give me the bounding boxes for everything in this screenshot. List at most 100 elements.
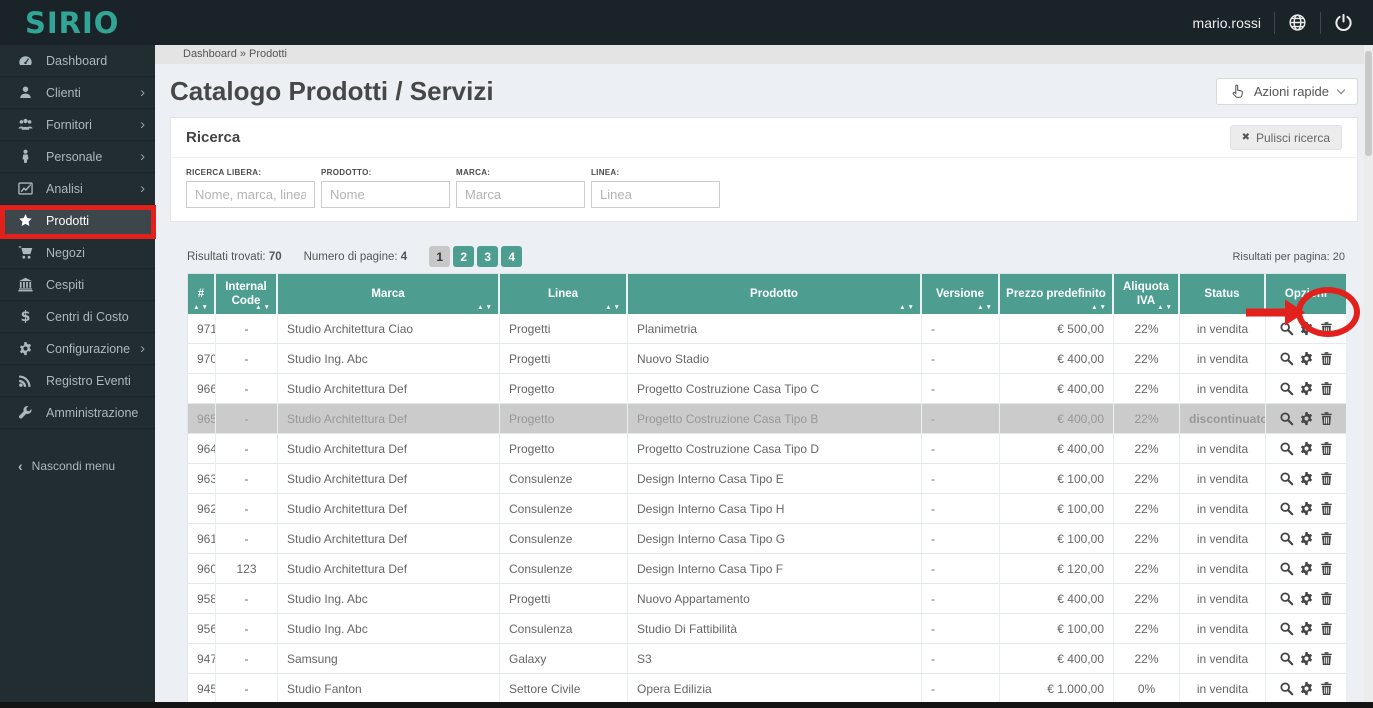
cell-marca: Studio Architettura Ciao [278,314,500,344]
cell-iva: 22% [1114,314,1180,344]
column-header-prezzo[interactable]: Prezzo predefinito ▲▼ [1000,274,1114,314]
clear-search-label: Pulisci ricerca [1255,130,1330,145]
trash-icon[interactable] [1319,321,1334,336]
quick-actions-button[interactable]: Azioni rapide [1215,78,1358,105]
search-field-input[interactable] [186,181,315,208]
gear-icon[interactable] [1299,621,1314,636]
sort-arrows-icon[interactable]: ▲▼ [605,304,622,312]
cell-linea: Consulenza [500,614,628,644]
gear-icon[interactable] [1299,471,1314,486]
trash-icon[interactable] [1319,591,1334,606]
sidebar-item-centri-di-costo[interactable]: $ Centri di Costo [0,301,155,333]
app-logo[interactable]: SIRIO [0,6,155,40]
sidebar-item-personale[interactable]: Personale › [0,141,155,173]
table-row: 960 123 Studio Architettura Def Consulenze D… [188,554,1346,584]
sidebar-item-clienti[interactable]: Clienti › [0,77,155,109]
trash-icon[interactable] [1319,441,1334,456]
sidebar-item-amministrazione[interactable]: Amministrazione [0,397,155,429]
search-icon[interactable] [1279,441,1294,456]
trash-icon[interactable] [1319,651,1334,666]
clear-search-button[interactable]: ✖ Pulisci ricerca [1229,125,1342,150]
search-field-input[interactable] [456,181,585,208]
sidebar-item-cespiti[interactable]: Cespiti [0,269,155,301]
page-title: Catalogo Prodotti / Servizi [170,76,494,106]
scrollbar[interactable] [1364,45,1373,708]
column-header-prodotto[interactable]: Prodotto ▲▼ [628,274,922,314]
globe-icon[interactable] [1288,13,1307,32]
column-header-marca[interactable]: Marca ▲▼ [278,274,500,314]
column-header-iva[interactable]: Aliquota IVA ▲▼ [1114,274,1180,314]
trash-icon[interactable] [1319,411,1334,426]
cell-options [1266,554,1346,584]
sidebar-item-negozi[interactable]: Negozi [0,237,155,269]
table-row: 965- Studio Architettura Def Progetto Proge… [188,404,1346,434]
column-header-internal[interactable]: Internal Code ▲▼ [216,274,278,314]
sidebar-item-configurazione[interactable]: Configurazione › [0,333,155,365]
page-button-2[interactable]: 2 [453,246,475,267]
gear-icon[interactable] [1299,411,1314,426]
search-icon[interactable] [1279,531,1294,546]
sort-arrows-icon[interactable]: ▲▼ [1091,304,1108,312]
search-icon[interactable] [1279,651,1294,666]
power-icon[interactable] [1334,13,1353,32]
search-icon[interactable] [1279,561,1294,576]
gear-icon[interactable] [1299,501,1314,516]
trash-icon[interactable] [1319,621,1334,636]
scrollbar-thumb[interactable] [1365,51,1372,156]
column-header-linea[interactable]: Linea ▲▼ [500,274,628,314]
search-icon[interactable] [1279,411,1294,426]
sort-arrows-icon[interactable]: ▲▼ [477,304,494,312]
gear-icon[interactable] [1299,351,1314,366]
gear-icon[interactable] [1299,531,1314,546]
trash-icon[interactable] [1319,471,1334,486]
search-field-input[interactable] [321,181,450,208]
search-icon[interactable] [1279,351,1294,366]
page-button-3[interactable]: 3 [477,246,499,267]
gear-icon[interactable] [1299,321,1314,336]
search-field-label: PRODOTTO: [321,168,372,177]
trash-icon[interactable] [1319,501,1334,516]
trash-icon[interactable] [1319,351,1334,366]
sort-arrows-icon[interactable]: ▲▼ [977,304,994,312]
search-icon[interactable] [1279,681,1294,696]
search-icon[interactable] [1279,471,1294,486]
search-field-label: MARCA: [456,168,491,177]
sort-arrows-icon[interactable]: ▲▼ [1157,304,1174,312]
cell-id: 945 [188,674,216,704]
gear-icon[interactable] [1299,381,1314,396]
sidebar-item-prodotti[interactable]: Prodotti [0,205,155,237]
gear-icon[interactable] [1299,651,1314,666]
sort-arrows-icon[interactable]: ▲▼ [193,304,210,312]
column-header-num[interactable]: # ▲▼ [188,274,216,314]
cell-versione: - [922,644,1000,674]
gear-icon[interactable] [1299,591,1314,606]
search-icon[interactable] [1279,591,1294,606]
search-icon[interactable] [1279,381,1294,396]
sidebar-item-fornitori[interactable]: Fornitori › [0,109,155,141]
breadcrumb-text[interactable]: Dashboard » Prodotti [183,48,287,60]
trash-icon[interactable] [1319,531,1334,546]
sidebar-item-analisi[interactable]: Analisi › [0,173,155,205]
sort-arrows-icon[interactable]: ▲▼ [899,304,916,312]
sidebar-item-dashboard[interactable]: Dashboard [0,45,155,77]
trash-icon[interactable] [1319,561,1334,576]
search-field-input[interactable] [591,181,720,208]
cell-prezzo: € 400,00 [1000,404,1114,434]
username[interactable]: mario.rossi [1193,15,1261,31]
gear-icon[interactable] [1299,681,1314,696]
page-button-4[interactable]: 4 [501,246,523,267]
trash-icon[interactable] [1319,381,1334,396]
collapse-menu-button[interactable]: ‹ Nascondi menu [0,450,155,482]
cell-options [1266,344,1346,374]
column-header-versione[interactable]: Versione ▲▼ [922,274,1000,314]
trash-icon[interactable] [1319,681,1334,696]
sort-arrows-icon[interactable]: ▲▼ [255,304,272,312]
gear-icon[interactable] [1299,561,1314,576]
gear-icon[interactable] [1299,441,1314,456]
cell-linea: Progetto [500,404,628,434]
search-icon[interactable] [1279,621,1294,636]
search-icon[interactable] [1279,321,1294,336]
page-button-1[interactable]: 1 [429,246,451,267]
sidebar-item-registro-eventi[interactable]: Registro Eventi [0,365,155,397]
search-icon[interactable] [1279,501,1294,516]
